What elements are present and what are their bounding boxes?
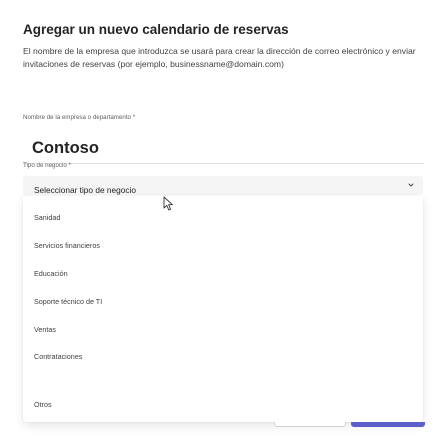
- company-name-value: Contoso: [32, 139, 99, 157]
- option-contrataciones[interactable]: Contrataciones: [34, 352, 82, 361]
- business-type-dropdown: Sanidad Servicios financieros Educación …: [23, 196, 423, 422]
- option-soporte-tecnico[interactable]: Soporte técnico de TI: [34, 297, 102, 306]
- mouse-cursor-icon: [163, 196, 173, 211]
- cancel-button[interactable]: [274, 422, 346, 427]
- option-ventas[interactable]: Ventas: [34, 325, 56, 334]
- business-type-placeholder: Seleccionar tipo de negocio: [34, 185, 136, 195]
- business-type-select[interactable]: Seleccionar tipo de negocio: [23, 176, 423, 195]
- option-educacion[interactable]: Educación: [34, 269, 68, 278]
- business-type-label: Tipo de negocio *: [23, 162, 71, 169]
- option-otros[interactable]: Otros: [34, 400, 52, 409]
- primary-action-button[interactable]: [351, 422, 425, 427]
- option-servicios-financieros[interactable]: Servicios financieros: [34, 241, 100, 250]
- company-name-label: Nombre de la empresa o departamento *: [23, 114, 136, 121]
- option-sanidad[interactable]: Sanidad: [34, 213, 60, 222]
- company-name-field[interactable]: Contoso: [23, 128, 424, 164]
- chevron-down-icon: [408, 183, 414, 187]
- dialog-description: El nombre de la empresa que introduzca s…: [23, 46, 416, 69]
- dialog-title: Agregar un nuevo calendario de reservas: [23, 22, 289, 37]
